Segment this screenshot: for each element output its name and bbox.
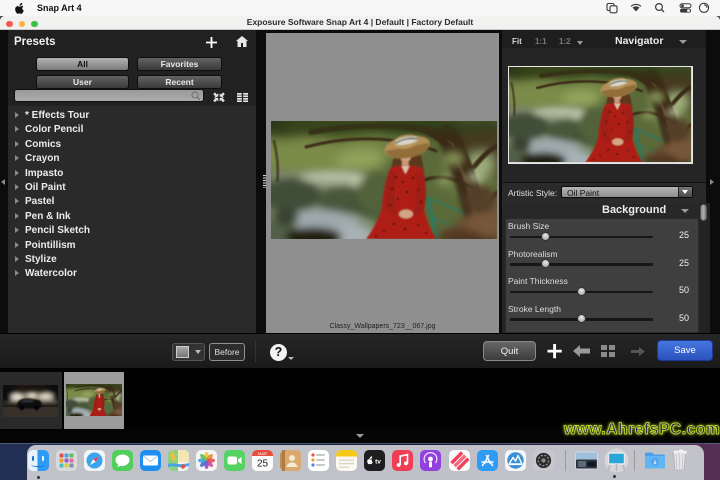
svg-text:25: 25: [256, 459, 268, 470]
svg-text:tv: tv: [375, 459, 381, 466]
svg-text:MAR: MAR: [258, 451, 267, 456]
